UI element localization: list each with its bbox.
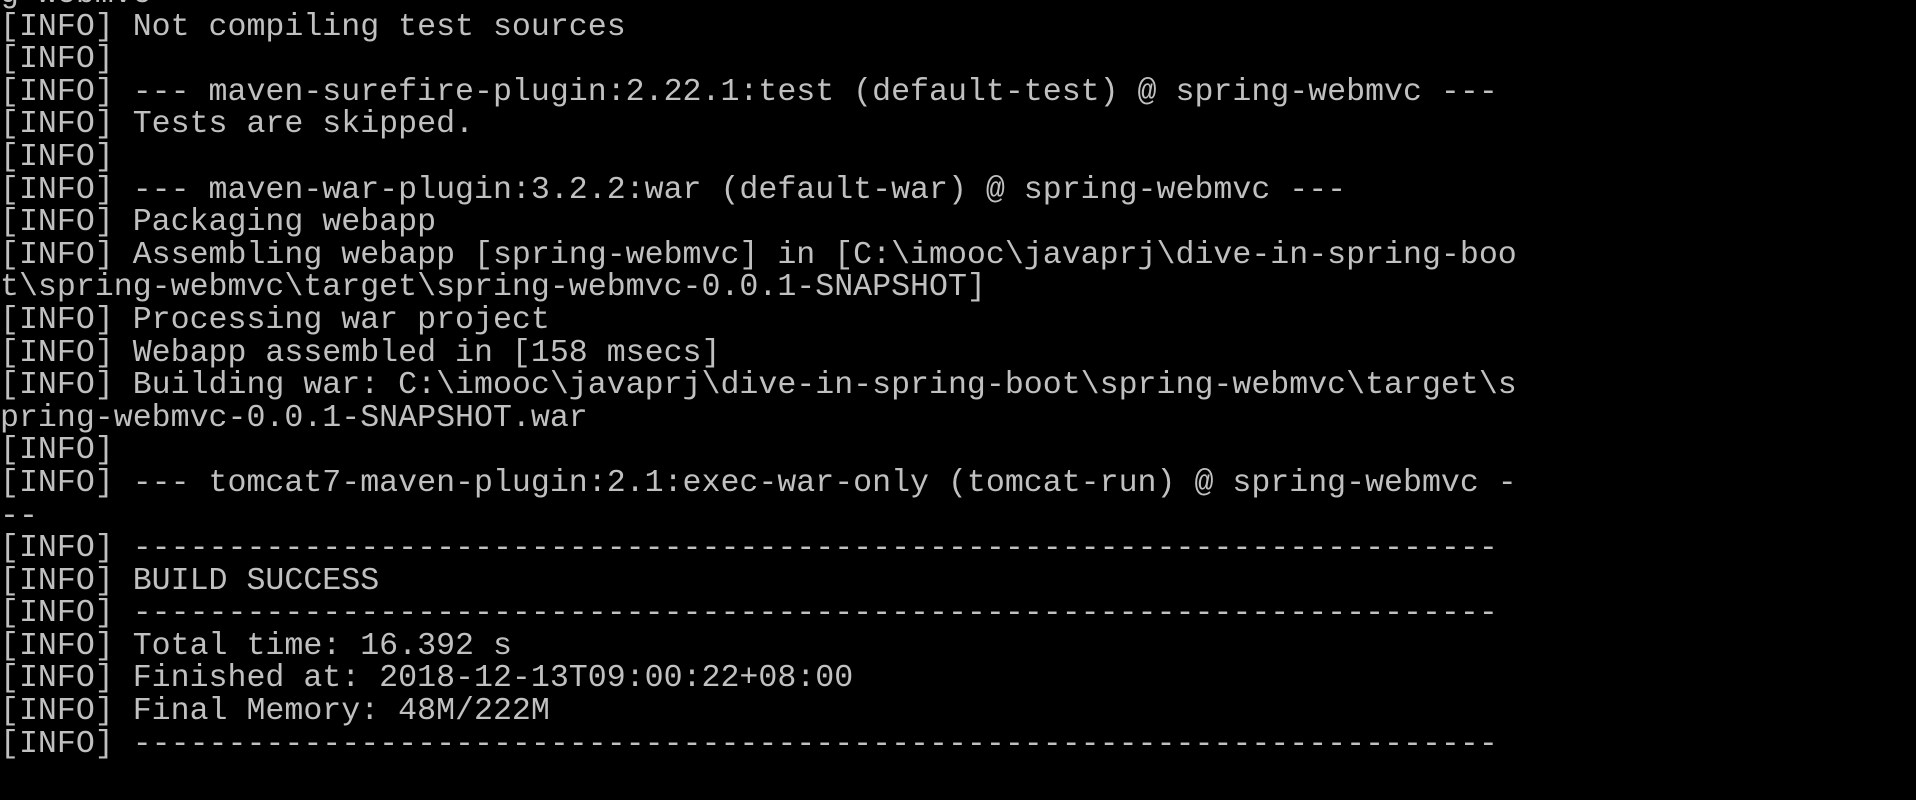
- build-status-line: [INFO] BUILD SUCCESS: [0, 563, 380, 599]
- console-line: [INFO] Assembling webapp [spring-webmvc]…: [0, 237, 1517, 273]
- console-line: --: [0, 498, 38, 534]
- console-line: [INFO] --- maven-surefire-plugin:2.22.1:…: [0, 74, 1498, 110]
- console-line: [INFO] ---------------------------------…: [0, 596, 1498, 632]
- console-line: [INFO] Not compiling test sources: [0, 9, 626, 45]
- console-line: pring-webmvc-0.0.1-SNAPSHOT.war: [0, 400, 588, 436]
- console-line: t\spring-webmvc\target\spring-webmvc-0.0…: [0, 270, 986, 306]
- console-line: [INFO] ---------------------------------…: [0, 726, 1498, 762]
- console-output: g webmvc[INFO] Not compiling test source…: [0, 0, 1517, 761]
- console-line: [INFO] --- maven-war-plugin:3.2.2:war (d…: [0, 172, 1347, 208]
- finished-at-line: [INFO] Finished at: 2018-12-13T09:00:22+…: [0, 661, 854, 697]
- console-line: [INFO] Webapp assembled in [158 msecs]: [0, 335, 721, 371]
- console-line: [INFO] Building war: C:\imooc\javaprj\di…: [0, 368, 1517, 404]
- console-line: [INFO]: [0, 42, 114, 78]
- console-line: [INFO]: [0, 139, 114, 175]
- console-line: [INFO] --- tomcat7-maven-plugin:2.1:exec…: [0, 465, 1517, 501]
- console-line: [INFO] Tests are skipped.: [0, 107, 474, 143]
- total-time-line: [INFO] Total time: 16.392 s: [0, 628, 512, 664]
- console-line: [INFO] ---------------------------------…: [0, 531, 1498, 567]
- console-line: [INFO]: [0, 433, 114, 469]
- final-memory-line: [INFO] Final Memory: 48M/222M: [0, 694, 550, 730]
- console-line: [INFO] Processing war project: [0, 302, 550, 338]
- console-line: [INFO] Packaging webapp: [0, 205, 437, 241]
